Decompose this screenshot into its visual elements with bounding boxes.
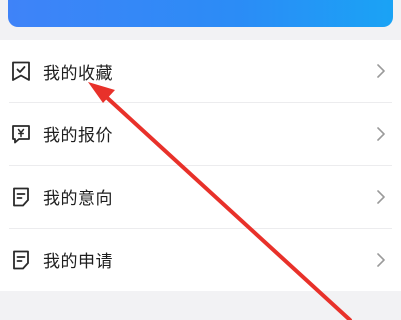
chevron-right-icon: [375, 189, 387, 205]
document-icon: [9, 248, 33, 272]
bookmark-check-icon: [9, 59, 33, 83]
menu-item-favorites[interactable]: 我的收藏: [0, 40, 401, 102]
menu-item-intentions[interactable]: 我的意向: [0, 165, 401, 228]
header-banner: [8, 0, 393, 27]
menu-item-label: 我的申请: [43, 252, 113, 272]
quote-yen-icon: [9, 122, 33, 146]
menu-item-label: 我的意向: [43, 189, 113, 209]
menu-item-label: 我的报价: [43, 126, 113, 146]
menu-item-quotes[interactable]: 我的报价: [0, 102, 401, 165]
chevron-right-icon: [375, 63, 387, 79]
chevron-right-icon: [375, 252, 387, 268]
screen: 我的收藏 我的报价 我的意向 我的申请: [0, 0, 401, 320]
chevron-right-icon: [375, 126, 387, 142]
page-background: [0, 291, 401, 320]
document-icon: [9, 185, 33, 209]
menu-list: 我的收藏 我的报价 我的意向 我的申请: [0, 40, 401, 291]
menu-item-applications[interactable]: 我的申请: [0, 228, 401, 291]
menu-item-label: 我的收藏: [43, 63, 113, 84]
